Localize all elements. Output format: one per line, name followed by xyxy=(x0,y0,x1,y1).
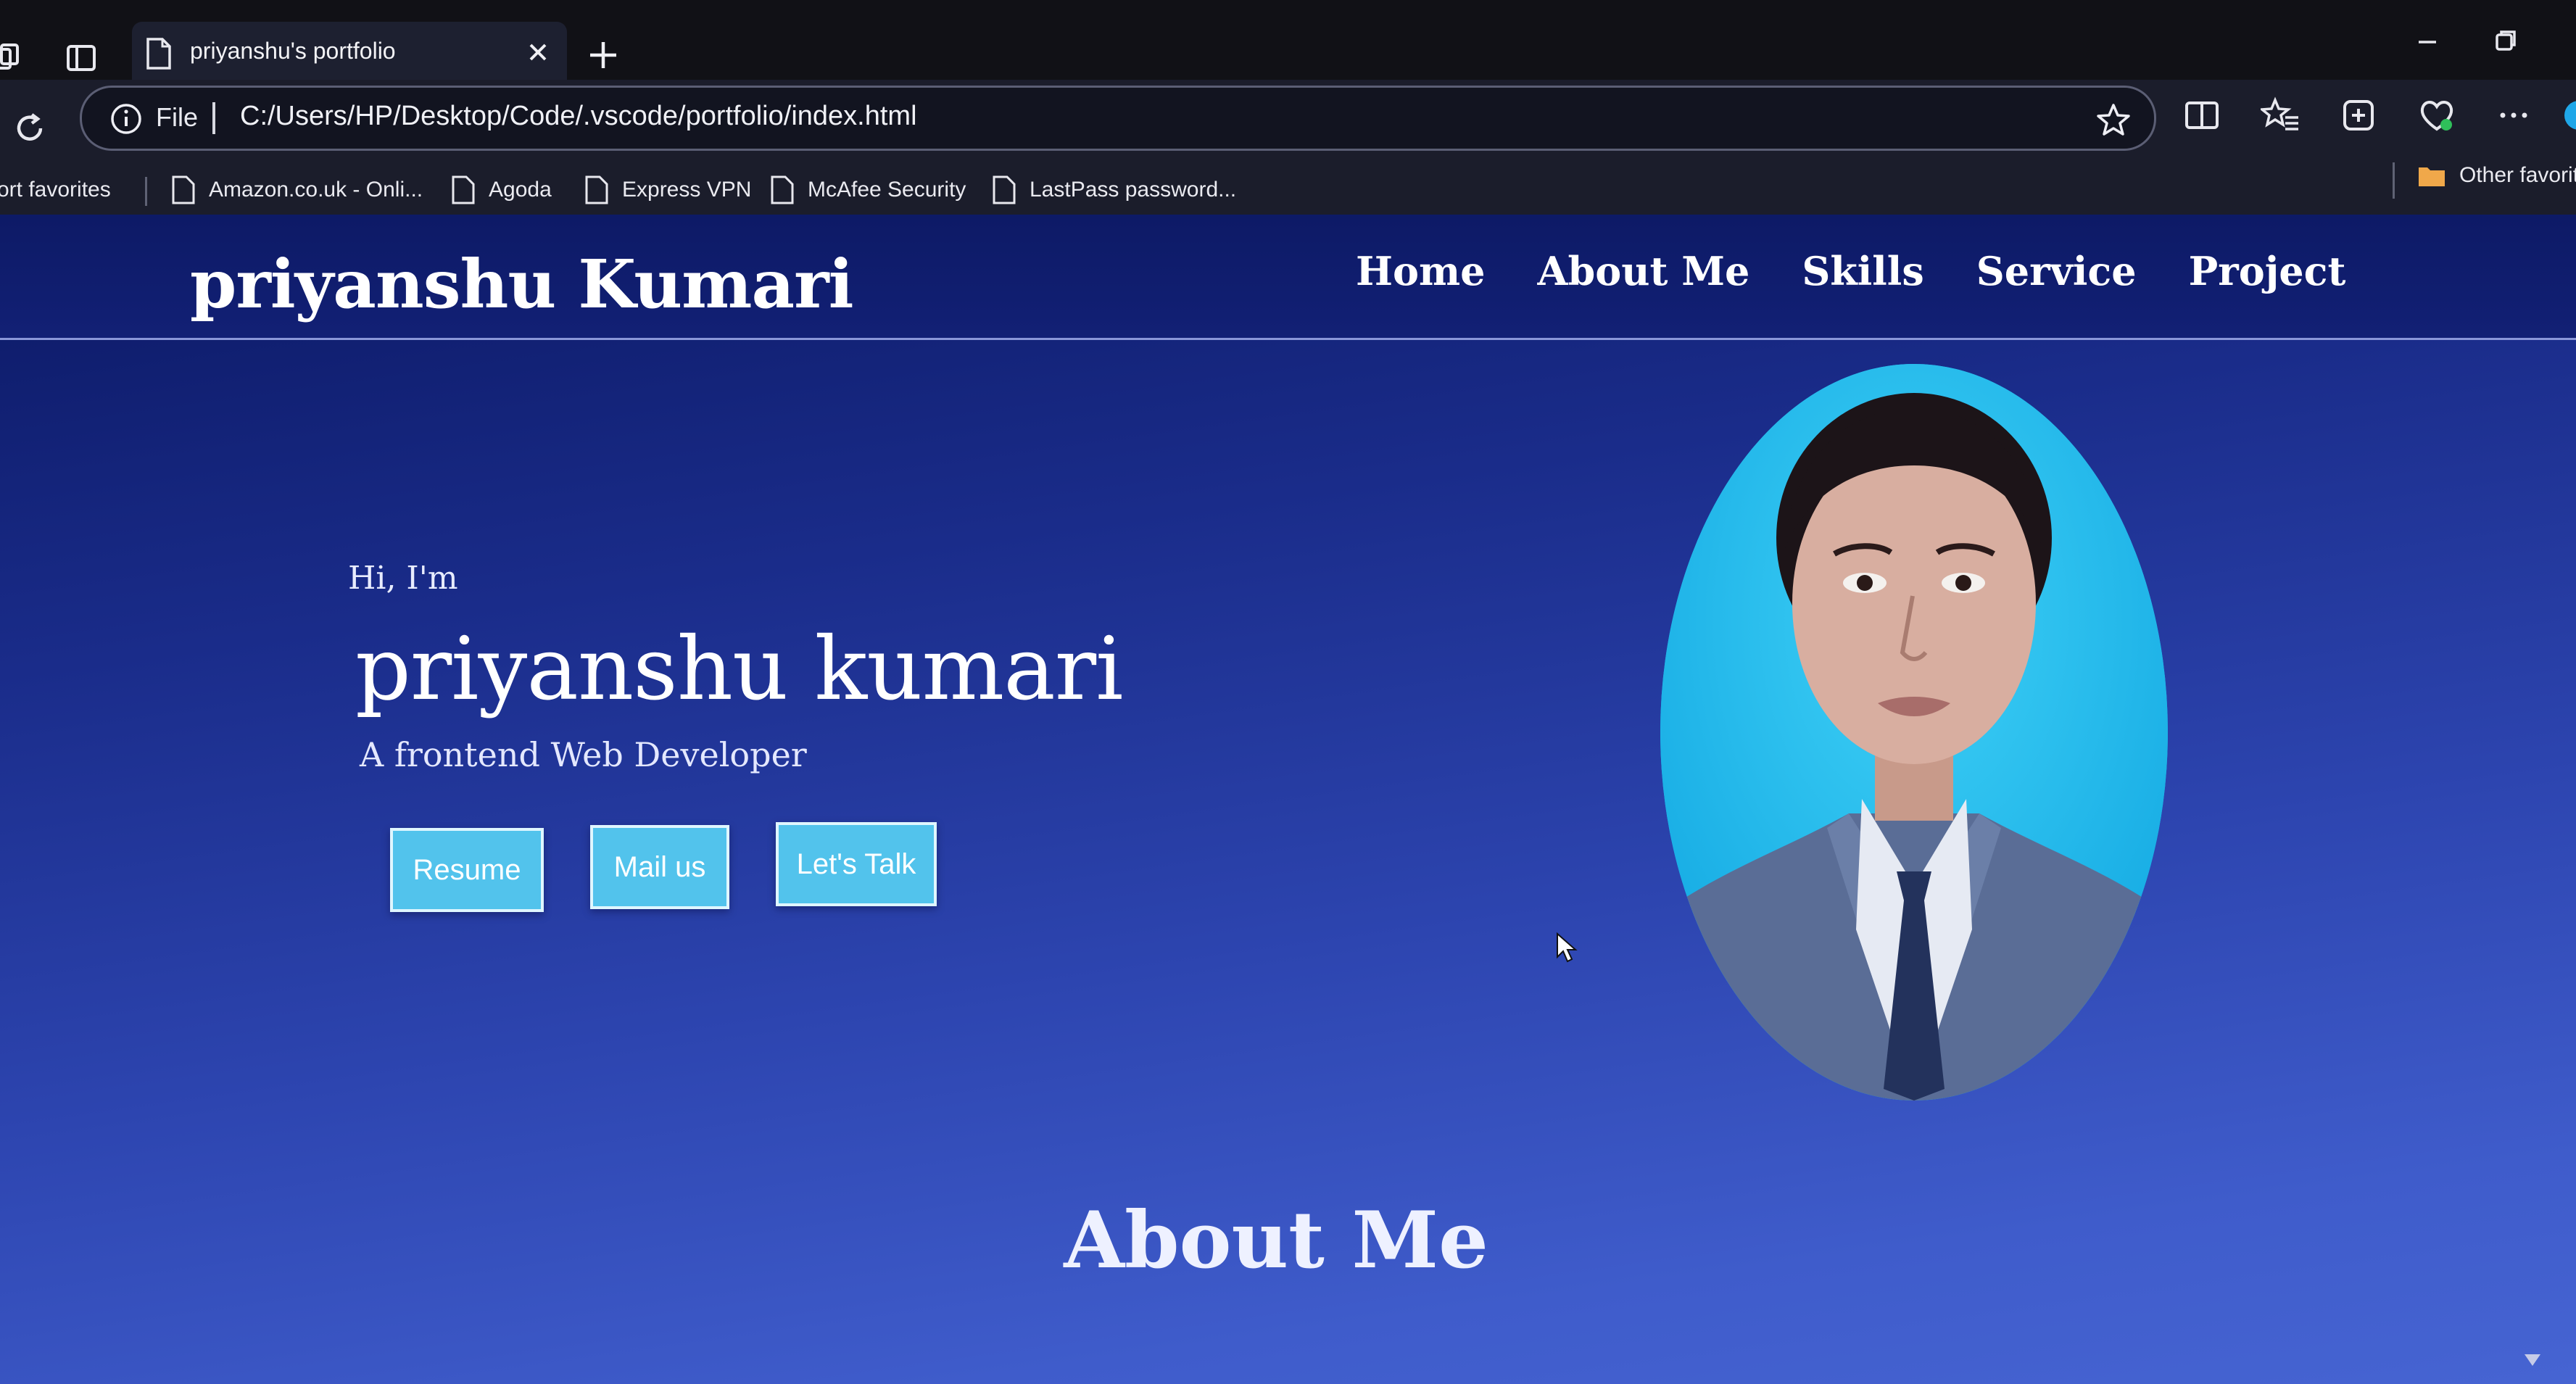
scroll-down-arrow-icon[interactable] xyxy=(2522,1351,2543,1369)
bookmark-label: Agoda xyxy=(489,178,552,202)
page-icon xyxy=(146,38,171,70)
tab-active[interactable]: priyanshu's portfolio xyxy=(132,22,567,83)
page-icon xyxy=(585,175,608,204)
tab-actions-icon[interactable] xyxy=(65,42,97,74)
nav-service[interactable]: Service xyxy=(1976,248,2137,294)
profile-photo xyxy=(1660,364,2168,1101)
nav-home[interactable]: Home xyxy=(1356,248,1486,294)
lets-talk-button[interactable]: Let's Talk xyxy=(776,822,937,906)
page-icon xyxy=(993,175,1016,204)
bookmark-label: Amazon.co.uk - Onli... xyxy=(209,178,423,202)
bookmarks-divider xyxy=(2393,162,2395,199)
nav-project[interactable]: Project xyxy=(2189,248,2346,294)
hero-name: priyanshu kumari xyxy=(355,619,1124,720)
copilot-icon[interactable] xyxy=(2559,96,2576,135)
url-text[interactable]: C:/Users/HP/Desktop/Code/.vscode/portfol… xyxy=(240,101,917,132)
bookmark-agoda[interactable]: Agoda xyxy=(451,174,552,206)
bookmarks-divider xyxy=(145,177,147,206)
page-icon xyxy=(452,175,475,204)
info-icon[interactable] xyxy=(109,102,143,136)
tab-title: priyanshu's portfolio xyxy=(190,38,396,64)
bookmark-label: ort favorites xyxy=(0,178,111,202)
site-navbar: priyanshu Kumari Home About Me Skills Se… xyxy=(0,215,2576,340)
folder-icon xyxy=(2419,167,2445,186)
nav-about-me[interactable]: About Me xyxy=(1538,248,1750,294)
site-brand[interactable]: priyanshu Kumari xyxy=(190,245,854,323)
hero-tagline: A frontend Web Developer xyxy=(360,735,807,774)
reload-icon[interactable] xyxy=(12,110,48,146)
address-bar[interactable]: File C:/Users/HP/Desktop/Code/.vscode/po… xyxy=(80,86,2156,151)
nav-skills[interactable]: Skills xyxy=(1802,248,1923,294)
bookmark-other-favorites[interactable]: Other favorit xyxy=(2417,159,2576,191)
bookmark-label: Other favorit xyxy=(2459,163,2576,187)
bookmark-mcafee[interactable]: McAfee Security xyxy=(770,174,966,206)
page-viewport: priyanshu Kumari Home About Me Skills Se… xyxy=(0,215,2576,1384)
bookmark-amazon[interactable]: Amazon.co.uk - Onli... xyxy=(171,174,423,206)
favorite-star-icon[interactable] xyxy=(2096,102,2131,137)
browser-essentials-icon[interactable] xyxy=(2417,96,2456,135)
url-scheme: File xyxy=(156,102,199,132)
bookmarks-bar: ort favorites Amazon.co.uk - Onli... Ago… xyxy=(0,159,2576,215)
more-menu-icon[interactable] xyxy=(2494,96,2533,135)
about-section-heading: About Me xyxy=(1064,1195,1488,1286)
favorites-icon[interactable] xyxy=(2261,96,2300,135)
profile-portrait-image xyxy=(1660,364,2168,1101)
hero-greeting: Hi, I'm xyxy=(348,560,458,597)
workspaces-icon[interactable] xyxy=(0,42,22,74)
site-nav: Home About Me Skills Service Project xyxy=(1356,248,2398,294)
address-toolbar: File C:/Users/HP/Desktop/Code/.vscode/po… xyxy=(0,80,2576,159)
browser-tab-bar: priyanshu's portfolio xyxy=(0,0,2576,83)
page-icon xyxy=(771,175,794,204)
url-separator xyxy=(212,102,215,134)
new-tab-icon[interactable] xyxy=(586,38,621,72)
bookmark-lastpass[interactable]: LastPass password... xyxy=(992,174,1236,206)
split-screen-icon[interactable] xyxy=(2182,96,2221,135)
resume-button[interactable]: Resume xyxy=(390,828,544,912)
page-icon xyxy=(172,175,195,204)
mail-us-button[interactable]: Mail us xyxy=(590,825,729,909)
bookmark-label: LastPass password... xyxy=(1030,178,1237,202)
collections-icon[interactable] xyxy=(2339,96,2378,135)
bookmark-express-vpn[interactable]: Express VPN xyxy=(584,174,751,206)
bookmark-label: Express VPN xyxy=(622,178,752,202)
minimize-icon[interactable] xyxy=(2413,26,2442,55)
bookmark-label: McAfee Security xyxy=(808,178,966,202)
restore-icon[interactable] xyxy=(2491,26,2520,55)
close-tab-icon[interactable] xyxy=(523,38,552,67)
mouse-cursor-icon xyxy=(1557,932,1578,963)
bookmark-import-favorites[interactable]: ort favorites xyxy=(0,174,111,206)
